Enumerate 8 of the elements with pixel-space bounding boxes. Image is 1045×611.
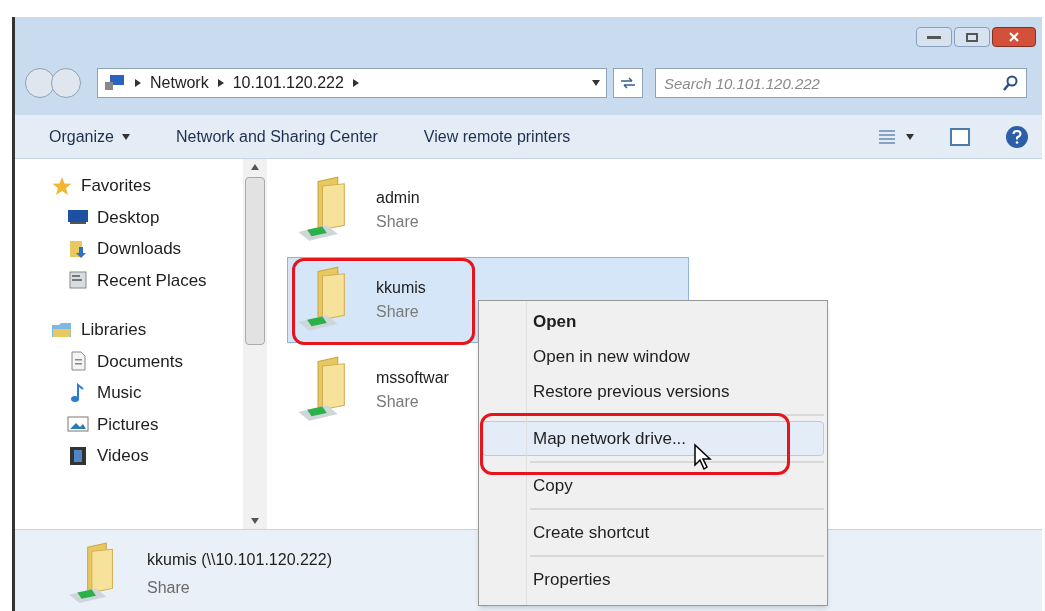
share-type: Share (376, 302, 420, 322)
share-name: mssoftwar (376, 368, 449, 388)
share-type: Share (376, 212, 420, 232)
share-type: Share (376, 392, 420, 412)
share-name: admin (376, 188, 420, 208)
details-type: Share (147, 577, 191, 598)
details-title: kkumis (\\10.101.120.222) (147, 549, 332, 570)
share-name: kkumis (376, 278, 426, 298)
